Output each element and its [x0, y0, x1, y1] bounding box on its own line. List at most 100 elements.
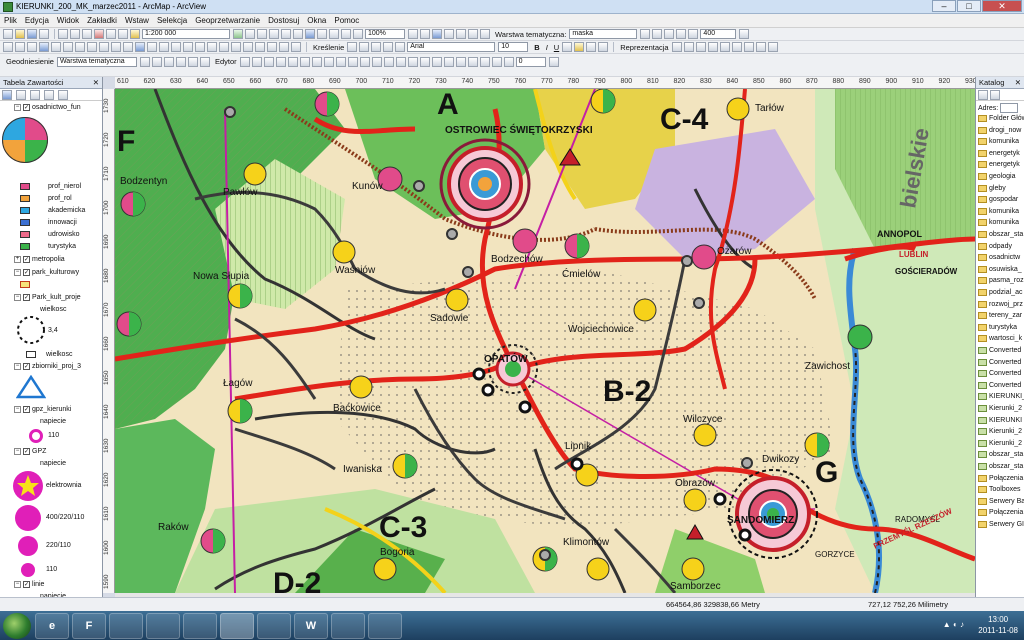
layout-tool-icon[interactable] — [317, 29, 327, 39]
catalog-item[interactable]: obszar_sta — [978, 463, 1023, 470]
edit-tool6-icon[interactable] — [299, 57, 310, 67]
add-data-icon[interactable] — [130, 29, 140, 39]
hyperlink-icon[interactable] — [171, 42, 181, 52]
undo-icon[interactable] — [106, 29, 116, 39]
georef-tool2-icon[interactable] — [151, 57, 162, 67]
taskbar-firefox-icon[interactable]: F — [72, 612, 106, 639]
catalog-item[interactable]: Folder Główny — [978, 115, 1024, 122]
layout-fixed2-icon[interactable] — [267, 42, 277, 52]
drawing-label[interactable]: Kreślenie — [313, 43, 344, 52]
layout-zoom-out-icon[interactable] — [219, 42, 229, 52]
catalog-item[interactable]: wartosci_k — [978, 335, 1022, 343]
catalog-item[interactable]: Serwery Baz D — [978, 497, 1024, 505]
catalog-item[interactable]: komunika — [978, 219, 1019, 227]
rep-tool9-icon[interactable] — [767, 42, 778, 52]
scale-select[interactable]: 1:200 000 — [142, 29, 230, 39]
rectangle-icon[interactable] — [371, 42, 382, 52]
list-by-source-icon[interactable] — [16, 89, 26, 100]
rep-tool2-icon[interactable] — [683, 42, 694, 52]
georef-tool1-icon[interactable] — [139, 57, 150, 67]
taskbar-arcmap-icon[interactable] — [220, 612, 254, 639]
catalog-item[interactable]: Kierunki_2 — [978, 405, 1022, 412]
close-icon[interactable]: ✕ — [1015, 77, 1021, 89]
print-icon[interactable] — [39, 29, 49, 39]
catalog-item[interactable]: tereny_zar — [978, 312, 1022, 320]
sketch-icon[interactable] — [251, 57, 262, 67]
new-icon[interactable] — [3, 29, 13, 39]
edit-tool13-icon[interactable] — [383, 57, 394, 67]
toc-layer-gpz[interactable]: − ✓ GPZ — [14, 448, 46, 455]
editor-toolbar-icon[interactable] — [233, 29, 243, 39]
options-icon[interactable] — [58, 89, 68, 100]
thematic-layer-select[interactable]: maska — [569, 29, 638, 39]
maximize-button[interactable]: □ — [957, 0, 981, 12]
measure-icon[interactable] — [159, 42, 169, 52]
underline-button[interactable]: U — [554, 43, 559, 52]
menu-okna[interactable]: Okna — [307, 16, 326, 25]
catalog-item[interactable]: KIERUNKI — [978, 416, 1022, 424]
catalog-item[interactable]: rozwoj_prz — [978, 300, 1023, 308]
close-icon[interactable]: ✕ — [93, 77, 99, 89]
fill-color-icon[interactable] — [574, 42, 585, 52]
catalog-item[interactable]: turystyka — [978, 323, 1017, 331]
catalog-icon[interactable] — [257, 29, 267, 39]
layout-pan-icon[interactable] — [231, 42, 241, 52]
catalog-item[interactable]: drogi_now — [978, 126, 1021, 134]
edit-tool10-icon[interactable] — [347, 57, 358, 67]
catalog-item[interactable]: odpady — [978, 242, 1012, 250]
taskbar-word-icon[interactable]: W — [294, 612, 328, 639]
layer-tool3-icon[interactable] — [664, 29, 675, 39]
full-extent-icon[interactable] — [39, 42, 49, 52]
zoom-100-icon[interactable] — [420, 29, 430, 39]
taskbar-app7-icon[interactable] — [257, 612, 291, 639]
editor-label[interactable]: Edytor — [215, 57, 237, 66]
time-slider-icon[interactable] — [195, 42, 205, 52]
focus-frame-icon[interactable] — [456, 29, 466, 39]
catalog-item[interactable]: Toolboxes — [978, 486, 1021, 494]
select-elements-icon[interactable] — [123, 42, 133, 52]
fixed-zoom-in-icon[interactable] — [51, 42, 61, 52]
taskbar-clock[interactable]: 13:00 2011-11-08 — [978, 614, 1018, 636]
layer-tool2-icon[interactable] — [652, 29, 663, 39]
data-driven-icon[interactable] — [480, 29, 490, 39]
edit-tool17-icon[interactable] — [431, 57, 442, 67]
menu-widok[interactable]: Widok — [57, 16, 79, 25]
presentation-label[interactable]: Reprezentacja — [620, 43, 668, 52]
edit-tool11-icon[interactable] — [359, 57, 370, 67]
pan-icon[interactable] — [27, 42, 37, 52]
taskbar-app5-icon[interactable] — [183, 612, 217, 639]
taskbar-app9-icon[interactable] — [331, 612, 365, 639]
edit-tool5-icon[interactable] — [287, 57, 298, 67]
list-by-drawing-icon[interactable] — [2, 89, 12, 100]
arctoolbox-icon[interactable] — [281, 29, 291, 39]
layout-zoom-in-icon[interactable] — [207, 42, 217, 52]
layout-back-icon[interactable] — [279, 42, 289, 52]
layout-tool4-icon[interactable] — [353, 29, 363, 39]
catalog-item[interactable]: osuwiska_ — [978, 265, 1022, 273]
georef-tool3-icon[interactable] — [163, 57, 174, 67]
rep-tool8-icon[interactable] — [755, 42, 766, 52]
rep-tool4-icon[interactable] — [707, 42, 718, 52]
clear-selection-icon[interactable] — [111, 42, 121, 52]
forward-icon[interactable] — [87, 42, 97, 52]
edit-tool8-icon[interactable] — [323, 57, 334, 67]
toc-layer-park-kulturowy[interactable]: − ✓ park_kulturowy — [14, 269, 79, 276]
change-layout-icon[interactable] — [468, 29, 478, 39]
open-icon[interactable] — [15, 29, 25, 39]
toc-layer-zbiorniki[interactable]: − ✓ zbiorniki_proj_3 — [14, 363, 81, 370]
menu-zakladki[interactable]: Zakładki — [87, 16, 117, 25]
edit-tool-icon[interactable] — [239, 57, 250, 67]
list-by-selection-icon[interactable] — [44, 89, 54, 100]
toc-icon[interactable] — [245, 29, 255, 39]
identify-icon[interactable] — [135, 42, 145, 52]
rep-tool7-icon[interactable] — [743, 42, 754, 52]
draft-mode-icon[interactable] — [444, 29, 454, 39]
menu-dostosuj[interactable]: Dostosuj — [268, 16, 299, 25]
georef-tool5-icon[interactable] — [187, 57, 198, 67]
edit-tool19-icon[interactable] — [455, 57, 466, 67]
taskbar-app4-icon[interactable] — [146, 612, 180, 639]
edit-tool16-icon[interactable] — [419, 57, 430, 67]
toc-layer-linie[interactable]: − ✓ linie — [14, 581, 44, 588]
font-color-icon[interactable] — [562, 42, 573, 52]
catalog-item[interactable]: KIERUNKI_2 — [978, 393, 1024, 401]
